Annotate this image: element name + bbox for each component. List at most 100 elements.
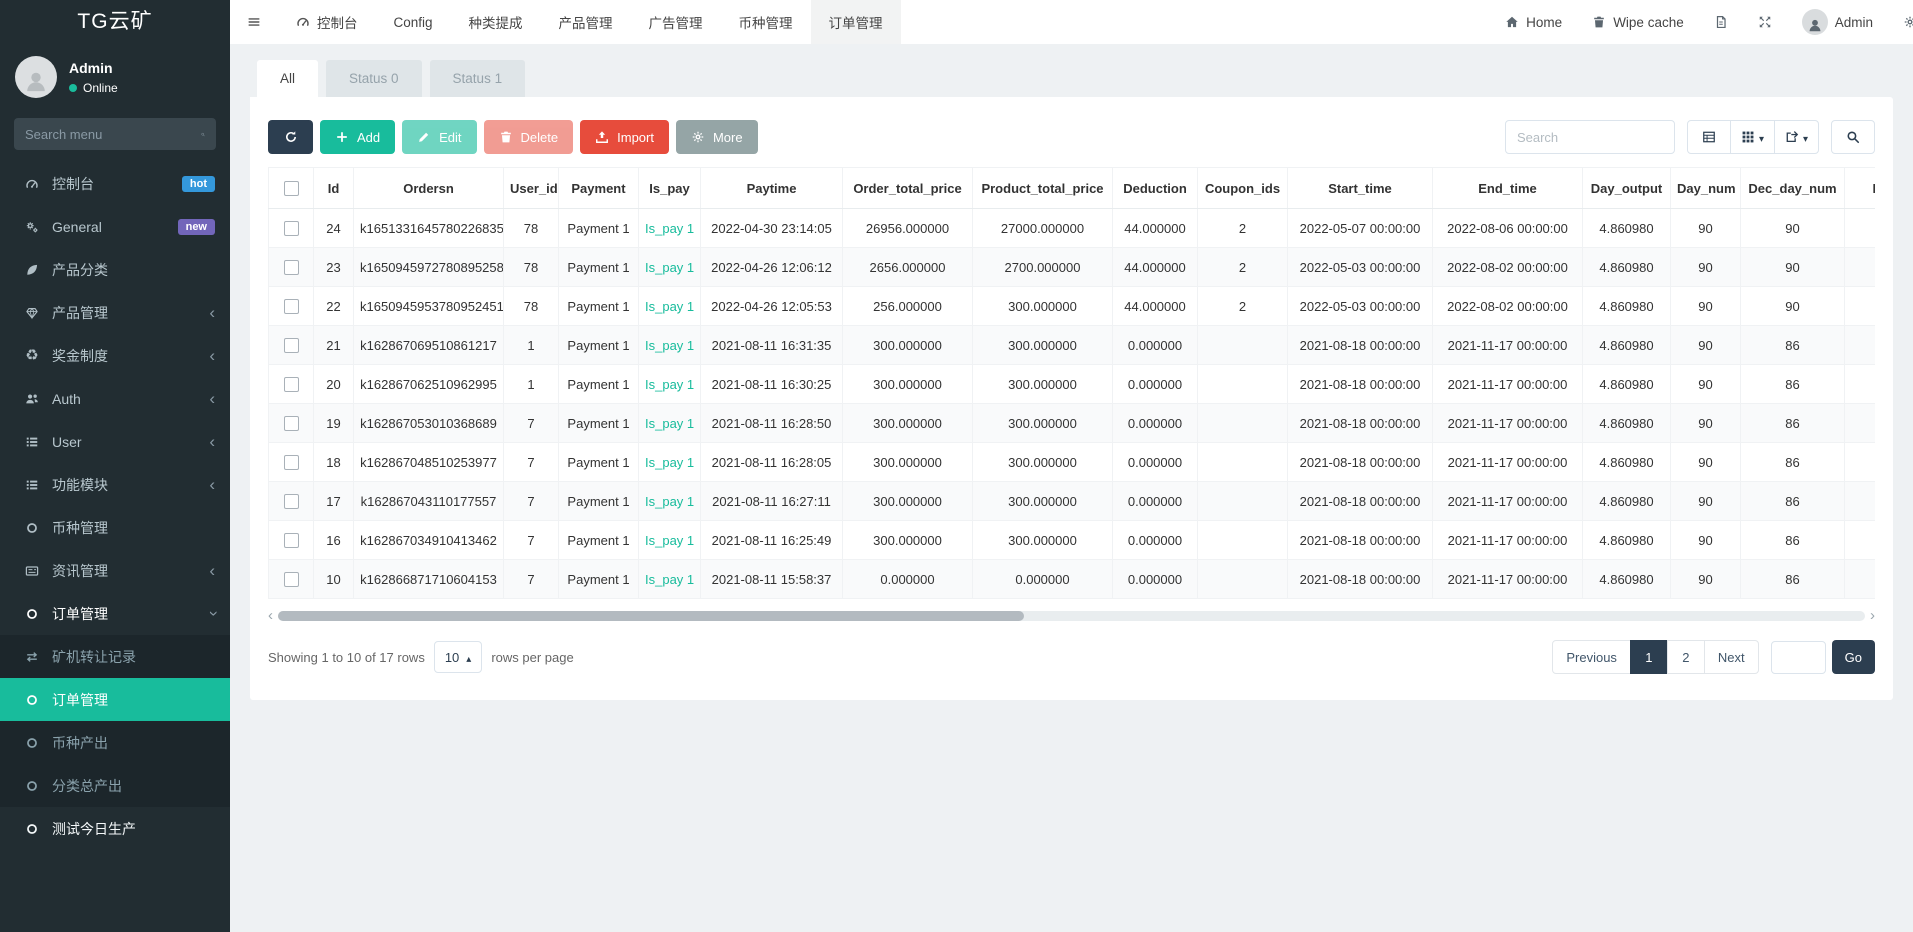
row-checkbox[interactable] bbox=[283, 493, 299, 509]
page-size-dropdown[interactable]: 10 bbox=[433, 641, 483, 673]
column-header[interactable]: Day_output bbox=[1582, 167, 1671, 209]
table-search-input[interactable] bbox=[1504, 120, 1675, 154]
fullscreen-button[interactable] bbox=[1743, 0, 1787, 44]
next-page-button[interactable]: Next bbox=[1703, 640, 1759, 674]
edit-button[interactable]: Edit bbox=[402, 120, 477, 154]
cell-is-pay[interactable]: Is_pay 1 bbox=[638, 325, 701, 365]
sidebar-search-input[interactable] bbox=[25, 126, 201, 142]
topnav-tab-commission[interactable]: 种类提成 bbox=[451, 0, 541, 44]
sidebar-item-dashboard[interactable]: 控制台 hot bbox=[0, 162, 230, 205]
topnav-tab-product[interactable]: 产品管理 bbox=[541, 0, 631, 44]
cell-is-pay[interactable]: Is_pay 1 bbox=[638, 364, 701, 404]
goto-page-input[interactable] bbox=[1770, 640, 1826, 674]
cell-dec-day-num: 90 bbox=[1740, 208, 1845, 248]
select-all-checkbox[interactable] bbox=[283, 180, 299, 196]
columns-button[interactable] bbox=[1729, 120, 1775, 154]
column-header[interactable]: Order_total_price bbox=[842, 167, 973, 209]
column-header[interactable]: Is_pay bbox=[638, 167, 701, 209]
row-checkbox[interactable] bbox=[283, 454, 299, 470]
cell-is-pay[interactable]: Is_pay 1 bbox=[638, 520, 701, 560]
row-checkbox[interactable] bbox=[283, 298, 299, 314]
sidebar-subitem-order-manage[interactable]: 订单管理 bbox=[0, 678, 230, 721]
column-header[interactable]: Deduction bbox=[1112, 167, 1198, 209]
topnav-tab-ads[interactable]: 广告管理 bbox=[631, 0, 721, 44]
tab-status-1[interactable]: Status 1 bbox=[429, 60, 526, 97]
tab-all[interactable]: All bbox=[257, 60, 319, 97]
delete-button[interactable]: Delete bbox=[483, 120, 574, 154]
cell-is-pay[interactable]: Is_pay 1 bbox=[638, 559, 701, 599]
row-checkbox[interactable] bbox=[283, 220, 299, 236]
sidebar-item-auth[interactable]: Auth bbox=[0, 377, 230, 420]
sidebar-item-product-manage[interactable]: 产品管理 bbox=[0, 291, 230, 334]
sidebar-item-today-production[interactable]: 测试今日生产 bbox=[0, 807, 230, 850]
row-checkbox[interactable] bbox=[283, 532, 299, 548]
sidebar-toggle-button[interactable] bbox=[230, 0, 278, 44]
cell-start-time: 2021-08-18 00:00:00 bbox=[1287, 442, 1433, 482]
page-2-button[interactable]: 2 bbox=[1666, 640, 1705, 674]
cell-is-pay[interactable]: Is_pay 1 bbox=[638, 286, 701, 326]
sidebar-item-currency-manage[interactable]: 币种管理 bbox=[0, 506, 230, 549]
app-logo[interactable]: TG云矿 bbox=[0, 0, 230, 44]
scroll-right-icon[interactable] bbox=[1870, 608, 1875, 623]
page-1-button[interactable]: 1 bbox=[1629, 640, 1668, 674]
scroll-left-icon[interactable] bbox=[268, 608, 273, 623]
detail-view-button[interactable] bbox=[1686, 120, 1731, 154]
column-header[interactable]: Id bbox=[313, 167, 354, 209]
sidebar-subitem-category-output[interactable]: 分类总产出 bbox=[0, 764, 230, 807]
cell-is-pay[interactable]: Is_pay 1 bbox=[638, 208, 701, 248]
sidebar-item-news-manage[interactable]: 资讯管理 bbox=[0, 549, 230, 592]
row-checkbox[interactable] bbox=[283, 337, 299, 353]
more-button[interactable]: More bbox=[675, 120, 758, 154]
add-button[interactable]: Add bbox=[320, 120, 396, 154]
home-button[interactable]: Home bbox=[1490, 0, 1577, 44]
previous-page-button[interactable]: Previous bbox=[1552, 640, 1631, 674]
refresh-button[interactable] bbox=[268, 120, 313, 154]
topnav-tab-orders[interactable]: 订单管理 bbox=[810, 0, 901, 44]
sidebar-subitem-transfer-records[interactable]: 矿机转让记录 bbox=[0, 635, 230, 678]
search-button[interactable] bbox=[1831, 120, 1875, 154]
sidebar-item-bonus[interactable]: ♻ 奖金制度 bbox=[0, 334, 230, 377]
topnav-tab-config[interactable]: Config bbox=[376, 0, 451, 44]
row-select-cell bbox=[268, 520, 314, 560]
cell-is-pay[interactable]: Is_pay 1 bbox=[638, 247, 701, 287]
topnav-tab-currency[interactable]: 币种管理 bbox=[721, 0, 811, 44]
cell-is-pay[interactable]: Is_pay 1 bbox=[638, 442, 701, 482]
sidebar-item-modules[interactable]: 功能模块 bbox=[0, 463, 230, 506]
column-header[interactable]: Day_num bbox=[1670, 167, 1741, 209]
column-header[interactable]: Product_total_price bbox=[972, 167, 1113, 209]
language-button[interactable] bbox=[1699, 0, 1743, 44]
row-checkbox[interactable] bbox=[283, 571, 299, 587]
sidebar-item-order-manage[interactable]: 订单管理 bbox=[0, 592, 230, 635]
horizontal-scrollbar[interactable] bbox=[278, 610, 1865, 621]
export-button[interactable] bbox=[1773, 120, 1819, 154]
row-checkbox[interactable] bbox=[283, 376, 299, 392]
sidebar-item-general[interactable]: General new bbox=[0, 205, 230, 248]
column-header[interactable]: Start_time bbox=[1287, 167, 1433, 209]
admin-menu[interactable]: Admin bbox=[1787, 0, 1888, 44]
import-button[interactable]: Import bbox=[580, 120, 669, 154]
cell-dec-day-num: 86 bbox=[1740, 325, 1845, 365]
column-header[interactable]: Ordersn bbox=[353, 167, 504, 209]
settings-button[interactable] bbox=[1888, 0, 1913, 44]
cell-product-id: 37 bbox=[1844, 247, 1875, 287]
column-header[interactable]: Payment bbox=[558, 167, 639, 209]
column-header[interactable]: Dec_day_num bbox=[1740, 167, 1845, 209]
topnav-tab-dashboard[interactable]: 控制台 bbox=[278, 0, 376, 44]
sidebar-subitem-coin-output[interactable]: 币种产出 bbox=[0, 721, 230, 764]
search-icon[interactable] bbox=[201, 128, 205, 141]
column-header[interactable]: Paytime bbox=[700, 167, 843, 209]
scrollbar-thumb[interactable] bbox=[278, 610, 1024, 621]
column-header[interactable]: Product_id bbox=[1844, 167, 1875, 209]
column-header[interactable]: Coupon_ids bbox=[1197, 167, 1288, 209]
cell-is-pay[interactable]: Is_pay 1 bbox=[638, 403, 701, 443]
column-header[interactable]: End_time bbox=[1432, 167, 1583, 209]
sidebar-item-product-category[interactable]: 产品分类 bbox=[0, 248, 230, 291]
go-button[interactable]: Go bbox=[1831, 640, 1875, 674]
row-checkbox[interactable] bbox=[283, 259, 299, 275]
sidebar-item-user[interactable]: User bbox=[0, 420, 230, 463]
column-header[interactable]: User_id bbox=[503, 167, 559, 209]
tab-status-0[interactable]: Status 0 bbox=[326, 60, 422, 97]
row-checkbox[interactable] bbox=[283, 415, 299, 431]
cell-is-pay[interactable]: Is_pay 1 bbox=[638, 481, 701, 521]
wipe-cache-button[interactable]: Wipe cache bbox=[1577, 0, 1699, 44]
